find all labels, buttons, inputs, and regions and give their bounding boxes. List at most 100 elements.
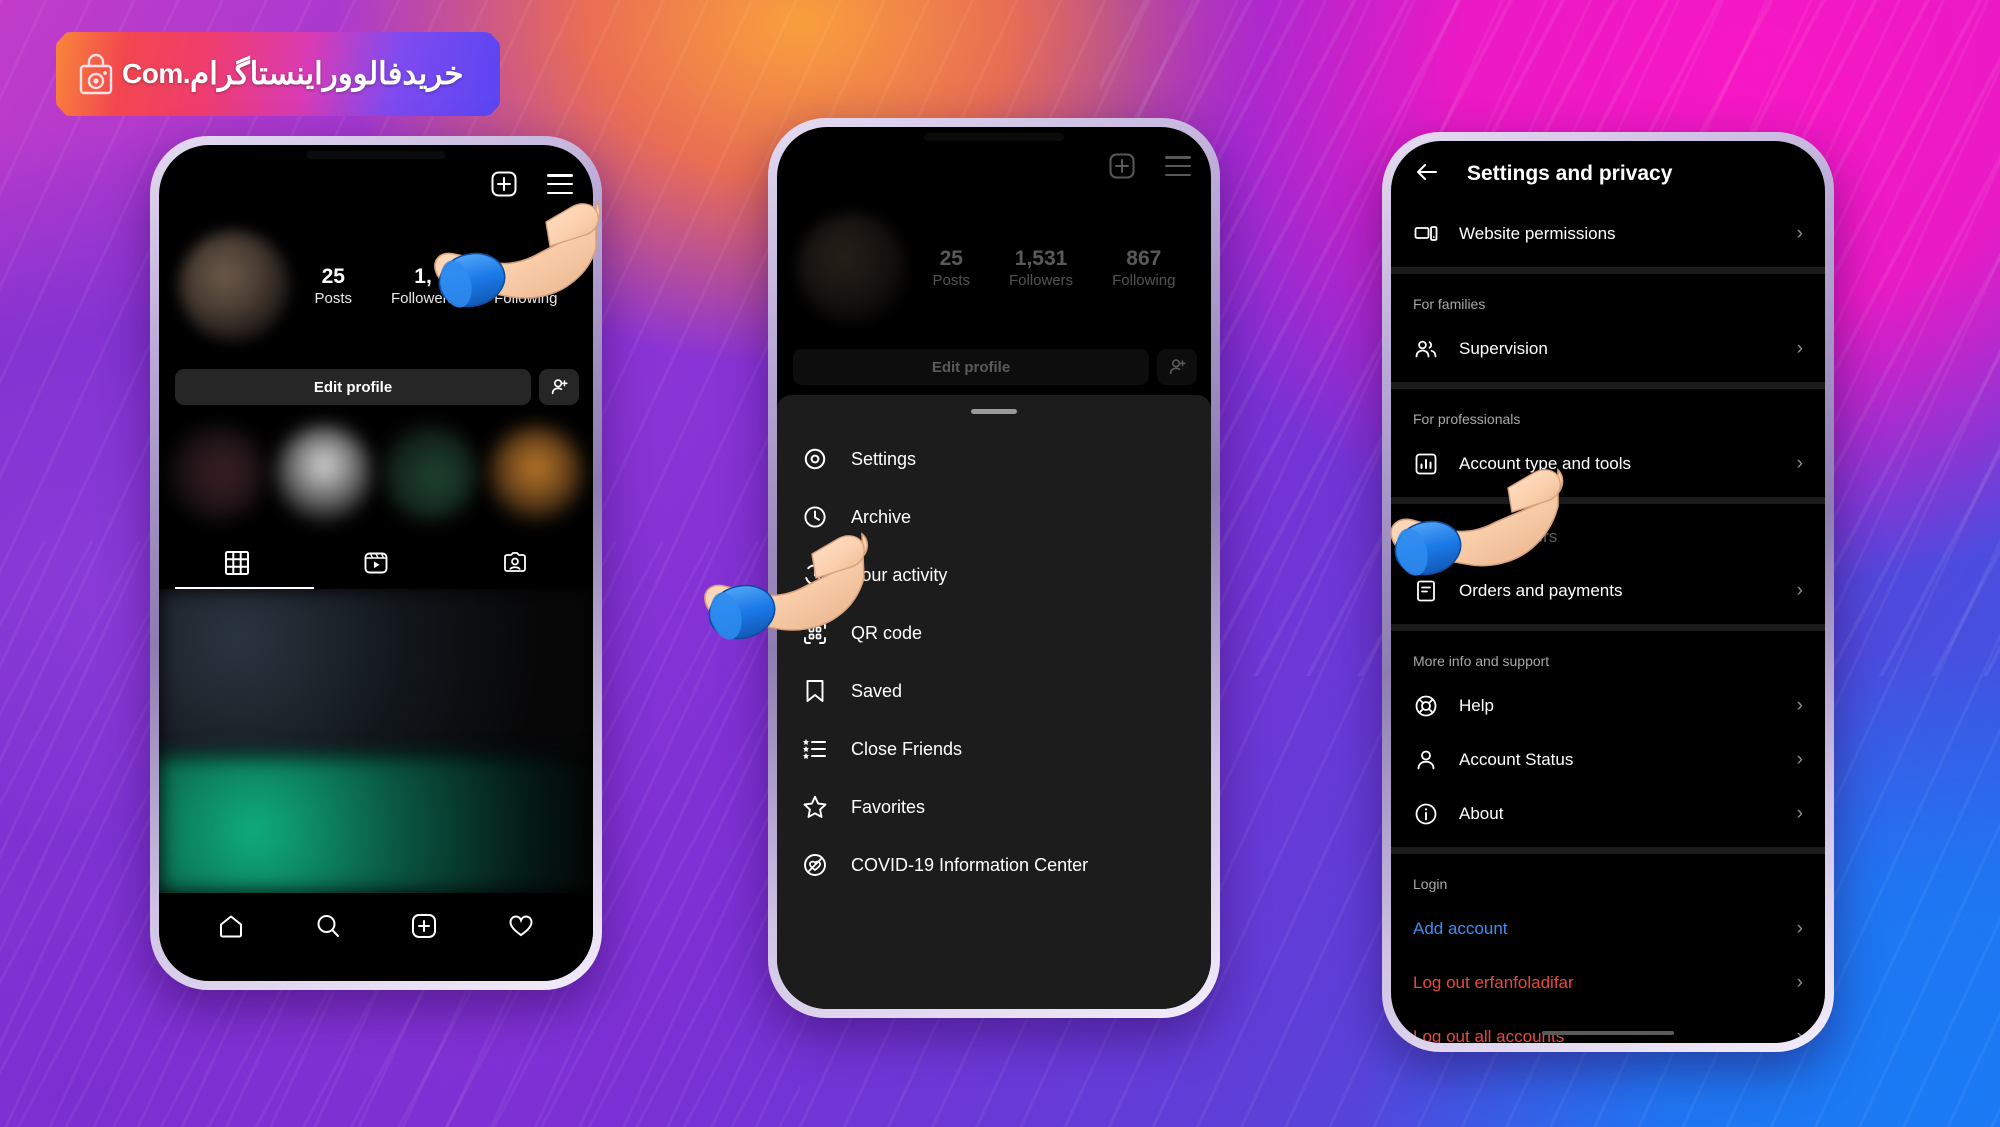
notch bbox=[924, 133, 1064, 141]
phone2-profile-row: 25 Posts 1,531 Followers 867 Following bbox=[797, 213, 1195, 323]
plus-square-icon[interactable] bbox=[1105, 149, 1139, 183]
sheet-drag-handle[interactable] bbox=[971, 409, 1017, 414]
menu-item-label: Archive bbox=[851, 506, 912, 527]
menu-item-label: Close Friends bbox=[851, 738, 963, 759]
heart-icon[interactable] bbox=[504, 909, 538, 943]
settings-header: Settings and privacy bbox=[1391, 141, 1825, 207]
section-divider bbox=[1391, 267, 1825, 274]
help-lifebuoy-icon bbox=[1413, 693, 1439, 719]
phone1-stats: 25 Posts 1, Followers 867 Following bbox=[289, 265, 577, 306]
settings-row-fundraisers[interactable]: d fundraisers bbox=[1391, 510, 1825, 564]
highlight-item[interactable] bbox=[383, 426, 477, 520]
back-arrow-icon[interactable] bbox=[1413, 158, 1441, 191]
add-person-icon[interactable] bbox=[539, 369, 579, 405]
close-friends-list-icon bbox=[801, 735, 829, 763]
avatar[interactable] bbox=[797, 213, 907, 323]
phone1-story-highlights bbox=[171, 419, 587, 527]
section-divider bbox=[1391, 847, 1825, 854]
settings-row-label: Log out all accounts bbox=[1413, 1027, 1565, 1043]
menu-item-favorites[interactable]: Favorites bbox=[777, 778, 1211, 836]
settings-row-log-out-all-accounts[interactable]: Log out all accounts › bbox=[1391, 1010, 1825, 1043]
stat-followers[interactable]: 1, Followers bbox=[391, 265, 455, 306]
stat-followers[interactable]: 1,531 Followers bbox=[1009, 247, 1073, 288]
phone1-topbar bbox=[487, 167, 577, 201]
stat-followers-label: Followers bbox=[1008, 271, 1074, 289]
settings-row-label: Website permissions bbox=[1459, 224, 1616, 243]
stat-following-value: 867 bbox=[508, 265, 544, 289]
plus-square-icon[interactable] bbox=[487, 167, 521, 201]
about-info-icon bbox=[1413, 801, 1439, 827]
phone1-tabbar bbox=[167, 537, 585, 589]
tab-grid[interactable] bbox=[167, 537, 306, 589]
archive-clock-icon bbox=[801, 503, 829, 531]
fundraisers-icon bbox=[1413, 524, 1439, 550]
account-tools-chart-icon bbox=[1413, 451, 1439, 477]
grid-thumbnail[interactable] bbox=[159, 756, 593, 893]
menu-item-settings[interactable]: Settings bbox=[777, 430, 1211, 488]
settings-row-about[interactable]: About › bbox=[1391, 787, 1825, 841]
chevron-right-icon: › bbox=[1796, 972, 1803, 993]
hamburger-menu-icon[interactable] bbox=[543, 167, 577, 201]
settings-row-account-status[interactable]: Account Status › bbox=[1391, 733, 1825, 787]
page-title: Settings and privacy bbox=[1467, 162, 1673, 185]
settings-row-orders-and-payments[interactable]: Orders and payments › bbox=[1391, 564, 1825, 618]
watermark-text: خریدفالووراینستاگرام .Com bbox=[122, 56, 484, 92]
menu-item-saved[interactable]: Saved bbox=[777, 662, 1211, 720]
settings-row-supervision[interactable]: Supervision › bbox=[1391, 322, 1825, 376]
phone1-profile-row: 25 Posts 1, Followers 867 Following bbox=[179, 231, 577, 341]
settings-row-add-account[interactable]: Add account › bbox=[1391, 902, 1825, 956]
tab-tagged[interactable] bbox=[446, 537, 585, 589]
menu-item-archive[interactable]: Archive bbox=[777, 488, 1211, 546]
section-label-for-professionals: For professionals bbox=[1413, 411, 1521, 427]
hamburger-menu-icon[interactable] bbox=[1161, 149, 1195, 183]
orders-payments-icon bbox=[1413, 578, 1439, 604]
search-icon[interactable] bbox=[311, 909, 345, 943]
settings-row-help[interactable]: Help › bbox=[1391, 679, 1825, 733]
chevron-right-icon: › bbox=[1796, 803, 1803, 824]
menu-item-label: Settings bbox=[851, 448, 917, 469]
avatar[interactable] bbox=[179, 231, 289, 341]
chevron-right-icon: › bbox=[1796, 223, 1803, 244]
covid-info-icon bbox=[801, 851, 829, 879]
stat-followers-label: Followers bbox=[390, 289, 456, 307]
menu-item-label: Favorites bbox=[851, 796, 926, 817]
settings-row-label: About bbox=[1459, 804, 1504, 823]
menu-item-qr-code[interactable]: QR code bbox=[777, 604, 1211, 662]
settings-row-log-out-user[interactable]: Log out erfanfoladifar › bbox=[1391, 956, 1825, 1010]
stat-posts[interactable]: 25 Posts bbox=[932, 247, 970, 288]
phone-2-screen: 25 Posts 1,531 Followers 867 Following E… bbox=[777, 127, 1211, 1009]
supervision-people-icon bbox=[1413, 336, 1439, 362]
shopping-bag-camera-icon bbox=[79, 53, 113, 95]
chevron-right-icon: › bbox=[1796, 1026, 1803, 1043]
tab-reels[interactable] bbox=[306, 537, 445, 589]
settings-row-label: Log out erfanfoladifar bbox=[1413, 973, 1574, 992]
settings-row-website-permissions[interactable]: Website permissions › bbox=[1391, 207, 1825, 261]
chevron-right-icon: › bbox=[1796, 338, 1803, 359]
menu-item-label: Saved bbox=[851, 680, 903, 701]
menu-item-covid-info[interactable]: COVID-19 Information Center bbox=[777, 836, 1211, 894]
grid-thumbnail[interactable] bbox=[159, 589, 593, 757]
menu-item-label: QR code bbox=[851, 622, 923, 643]
settings-row-account-type-and-tools[interactable]: Account type and tools › bbox=[1391, 437, 1825, 491]
stat-following[interactable]: 867 Following bbox=[1112, 247, 1175, 288]
stat-posts[interactable]: 25 Posts bbox=[314, 265, 352, 306]
plus-square-icon[interactable] bbox=[407, 909, 441, 943]
settings-row-label: Account type and tools bbox=[1459, 454, 1632, 473]
phone1-posts-grid[interactable] bbox=[159, 589, 593, 893]
phone2-topbar bbox=[1105, 149, 1195, 183]
home-icon[interactable] bbox=[214, 909, 248, 943]
menu-item-close-friends[interactable]: Close Friends bbox=[777, 720, 1211, 778]
highlight-item[interactable] bbox=[489, 426, 583, 520]
stat-following[interactable]: 867 Following bbox=[494, 265, 557, 306]
edit-profile-button[interactable]: Edit profile bbox=[175, 369, 531, 405]
menu-item-your-activity[interactable]: Your activity bbox=[777, 546, 1211, 604]
add-person-icon[interactable] bbox=[1157, 349, 1197, 385]
edit-profile-button[interactable]: Edit profile bbox=[793, 349, 1149, 385]
phone-3-frame: Settings and privacy Website permissions… bbox=[1382, 132, 1834, 1052]
highlight-item[interactable] bbox=[171, 426, 265, 520]
account-status-person-icon bbox=[1413, 747, 1439, 773]
highlight-item[interactable] bbox=[277, 426, 371, 520]
settings-row-label: d fundraisers bbox=[1459, 527, 1558, 546]
menu-item-label: Your activity bbox=[851, 564, 948, 585]
chevron-right-icon: › bbox=[1796, 695, 1803, 716]
